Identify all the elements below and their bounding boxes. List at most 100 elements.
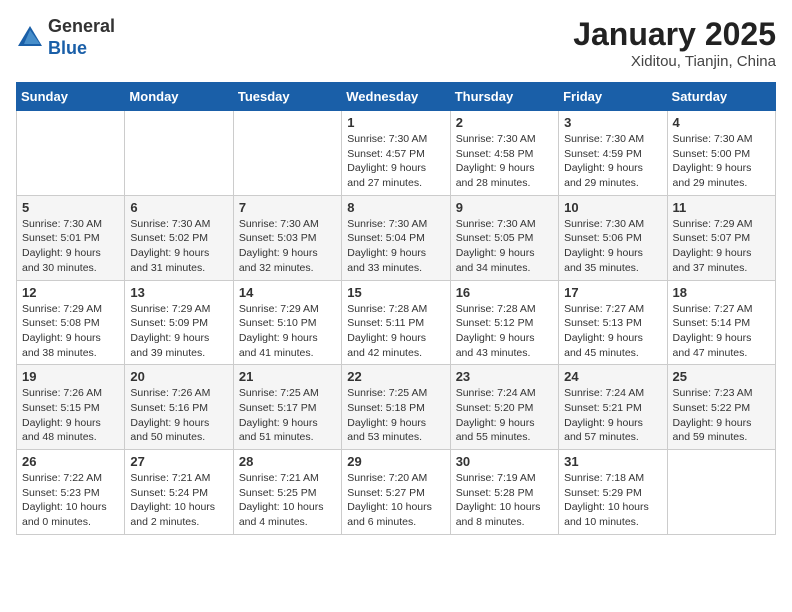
day-number: 4 <box>673 115 770 130</box>
day-info: Sunrise: 7:30 AM Sunset: 5:01 PM Dayligh… <box>22 217 119 276</box>
day-info: Sunrise: 7:29 AM Sunset: 5:08 PM Dayligh… <box>22 302 119 361</box>
day-info: Sunrise: 7:20 AM Sunset: 5:27 PM Dayligh… <box>347 471 444 530</box>
calendar-cell: 12 Sunrise: 7:29 AM Sunset: 5:08 PM Dayli… <box>17 280 125 365</box>
calendar-cell: 18 Sunrise: 7:27 AM Sunset: 5:14 PM Dayli… <box>667 280 775 365</box>
calendar-cell <box>667 450 775 535</box>
calendar-cell <box>233 111 341 196</box>
calendar-cell: 20Sunrise: 7:26 AM Sunset: 5:16 PM Dayli… <box>125 365 233 450</box>
day-info: Sunrise: 7:22 AM Sunset: 5:23 PM Dayligh… <box>22 471 119 530</box>
calendar-subtitle: Xiditou, Tianjin, China <box>573 53 776 70</box>
calendar-cell: 16 Sunrise: 7:28 AM Sunset: 5:12 PM Dayli… <box>450 280 558 365</box>
calendar-week-row: 5 Sunrise: 7:30 AM Sunset: 5:01 PM Daylig… <box>17 195 776 280</box>
day-number: 13 <box>130 285 227 300</box>
calendar-cell: 21 Sunrise: 7:25 AM Sunset: 5:17 PM Dayli… <box>233 365 341 450</box>
calendar-cell: 6Sunrise: 7:30 AM Sunset: 5:02 PM Daylig… <box>125 195 233 280</box>
day-number: 9 <box>456 200 553 215</box>
logo-general-text: General <box>48 16 115 36</box>
day-info: Sunrise: 7:30 AM Sunset: 5:02 PM Dayligh… <box>130 217 227 276</box>
weekday-header-tuesday: Tuesday <box>233 83 341 111</box>
day-number: 28 <box>239 454 336 469</box>
calendar-week-row: 12 Sunrise: 7:29 AM Sunset: 5:08 PM Dayli… <box>17 280 776 365</box>
calendar-cell: 26 Sunrise: 7:22 AM Sunset: 5:23 PM Dayli… <box>17 450 125 535</box>
calendar-cell <box>125 111 233 196</box>
weekday-header-sunday: Sunday <box>17 83 125 111</box>
calendar-cell: 17 Sunrise: 7:27 AM Sunset: 5:13 PM Dayli… <box>559 280 667 365</box>
day-number: 1 <box>347 115 444 130</box>
day-number: 31 <box>564 454 661 469</box>
weekday-header-friday: Friday <box>559 83 667 111</box>
day-info: Sunrise: 7:24 AM Sunset: 5:20 PM Dayligh… <box>456 386 553 445</box>
day-info: Sunrise: 7:25 AM Sunset: 5:17 PM Dayligh… <box>239 386 336 445</box>
calendar-cell: 30 Sunrise: 7:19 AM Sunset: 5:28 PM Dayli… <box>450 450 558 535</box>
day-number: 7 <box>239 200 336 215</box>
calendar-cell: 25Sunrise: 7:23 AM Sunset: 5:22 PM Dayli… <box>667 365 775 450</box>
day-info: Sunrise: 7:30 AM Sunset: 5:03 PM Dayligh… <box>239 217 336 276</box>
title-block: January 2025 Xiditou, Tianjin, China <box>573 16 776 70</box>
calendar-cell: 10 Sunrise: 7:30 AM Sunset: 5:06 PM Dayli… <box>559 195 667 280</box>
day-info: Sunrise: 7:26 AM Sunset: 5:15 PM Dayligh… <box>22 386 119 445</box>
calendar-week-row: 26 Sunrise: 7:22 AM Sunset: 5:23 PM Dayli… <box>17 450 776 535</box>
day-number: 30 <box>456 454 553 469</box>
weekday-header-monday: Monday <box>125 83 233 111</box>
day-info: Sunrise: 7:19 AM Sunset: 5:28 PM Dayligh… <box>456 471 553 530</box>
day-number: 23 <box>456 369 553 384</box>
day-number: 18 <box>673 285 770 300</box>
day-number: 16 <box>456 285 553 300</box>
day-number: 8 <box>347 200 444 215</box>
logo: General Blue <box>16 16 115 59</box>
page-header: General Blue January 2025 Xiditou, Tianj… <box>16 16 776 70</box>
calendar-cell: 14 Sunrise: 7:29 AM Sunset: 5:10 PM Dayli… <box>233 280 341 365</box>
day-number: 25 <box>673 369 770 384</box>
calendar-cell: 5 Sunrise: 7:30 AM Sunset: 5:01 PM Daylig… <box>17 195 125 280</box>
day-number: 19 <box>22 369 119 384</box>
calendar-cell: 19 Sunrise: 7:26 AM Sunset: 5:15 PM Dayli… <box>17 365 125 450</box>
day-info: Sunrise: 7:30 AM Sunset: 4:59 PM Dayligh… <box>564 132 661 191</box>
day-info: Sunrise: 7:30 AM Sunset: 5:06 PM Dayligh… <box>564 217 661 276</box>
day-number: 5 <box>22 200 119 215</box>
logo-icon <box>16 24 44 52</box>
day-number: 24 <box>564 369 661 384</box>
day-number: 22 <box>347 369 444 384</box>
day-number: 14 <box>239 285 336 300</box>
calendar-cell: 13Sunrise: 7:29 AM Sunset: 5:09 PM Dayli… <box>125 280 233 365</box>
calendar-cell: 31 Sunrise: 7:18 AM Sunset: 5:29 PM Dayli… <box>559 450 667 535</box>
calendar-cell: 8 Sunrise: 7:30 AM Sunset: 5:04 PM Daylig… <box>342 195 450 280</box>
day-number: 26 <box>22 454 119 469</box>
day-info: Sunrise: 7:21 AM Sunset: 5:25 PM Dayligh… <box>239 471 336 530</box>
day-number: 21 <box>239 369 336 384</box>
day-number: 27 <box>130 454 227 469</box>
day-info: Sunrise: 7:24 AM Sunset: 5:21 PM Dayligh… <box>564 386 661 445</box>
day-info: Sunrise: 7:30 AM Sunset: 5:04 PM Dayligh… <box>347 217 444 276</box>
day-number: 12 <box>22 285 119 300</box>
day-info: Sunrise: 7:30 AM Sunset: 4:57 PM Dayligh… <box>347 132 444 191</box>
calendar-cell: 4 Sunrise: 7:30 AM Sunset: 5:00 PM Daylig… <box>667 111 775 196</box>
calendar-cell: 1 Sunrise: 7:30 AM Sunset: 4:57 PM Daylig… <box>342 111 450 196</box>
calendar-cell: 2Sunrise: 7:30 AM Sunset: 4:58 PM Daylig… <box>450 111 558 196</box>
calendar-cell: 23 Sunrise: 7:24 AM Sunset: 5:20 PM Dayli… <box>450 365 558 450</box>
calendar-week-row: 19 Sunrise: 7:26 AM Sunset: 5:15 PM Dayli… <box>17 365 776 450</box>
calendar-cell: 11Sunrise: 7:29 AM Sunset: 5:07 PM Dayli… <box>667 195 775 280</box>
calendar-cell: 29Sunrise: 7:20 AM Sunset: 5:27 PM Dayli… <box>342 450 450 535</box>
calendar-cell: 22 Sunrise: 7:25 AM Sunset: 5:18 PM Dayli… <box>342 365 450 450</box>
calendar-cell: 15Sunrise: 7:28 AM Sunset: 5:11 PM Dayli… <box>342 280 450 365</box>
weekday-header-thursday: Thursday <box>450 83 558 111</box>
day-number: 10 <box>564 200 661 215</box>
day-number: 11 <box>673 200 770 215</box>
day-number: 2 <box>456 115 553 130</box>
calendar-cell: 9Sunrise: 7:30 AM Sunset: 5:05 PM Daylig… <box>450 195 558 280</box>
day-number: 17 <box>564 285 661 300</box>
day-info: Sunrise: 7:28 AM Sunset: 5:12 PM Dayligh… <box>456 302 553 361</box>
calendar-week-row: 1 Sunrise: 7:30 AM Sunset: 4:57 PM Daylig… <box>17 111 776 196</box>
weekday-header-wednesday: Wednesday <box>342 83 450 111</box>
day-info: Sunrise: 7:27 AM Sunset: 5:13 PM Dayligh… <box>564 302 661 361</box>
day-info: Sunrise: 7:27 AM Sunset: 5:14 PM Dayligh… <box>673 302 770 361</box>
calendar-cell: 3Sunrise: 7:30 AM Sunset: 4:59 PM Daylig… <box>559 111 667 196</box>
calendar-body: 1 Sunrise: 7:30 AM Sunset: 4:57 PM Daylig… <box>17 111 776 535</box>
day-info: Sunrise: 7:18 AM Sunset: 5:29 PM Dayligh… <box>564 471 661 530</box>
calendar-title: January 2025 <box>573 16 776 53</box>
calendar-cell: 24 Sunrise: 7:24 AM Sunset: 5:21 PM Dayli… <box>559 365 667 450</box>
day-info: Sunrise: 7:21 AM Sunset: 5:24 PM Dayligh… <box>130 471 227 530</box>
day-info: Sunrise: 7:30 AM Sunset: 5:00 PM Dayligh… <box>673 132 770 191</box>
day-info: Sunrise: 7:25 AM Sunset: 5:18 PM Dayligh… <box>347 386 444 445</box>
day-info: Sunrise: 7:29 AM Sunset: 5:10 PM Dayligh… <box>239 302 336 361</box>
